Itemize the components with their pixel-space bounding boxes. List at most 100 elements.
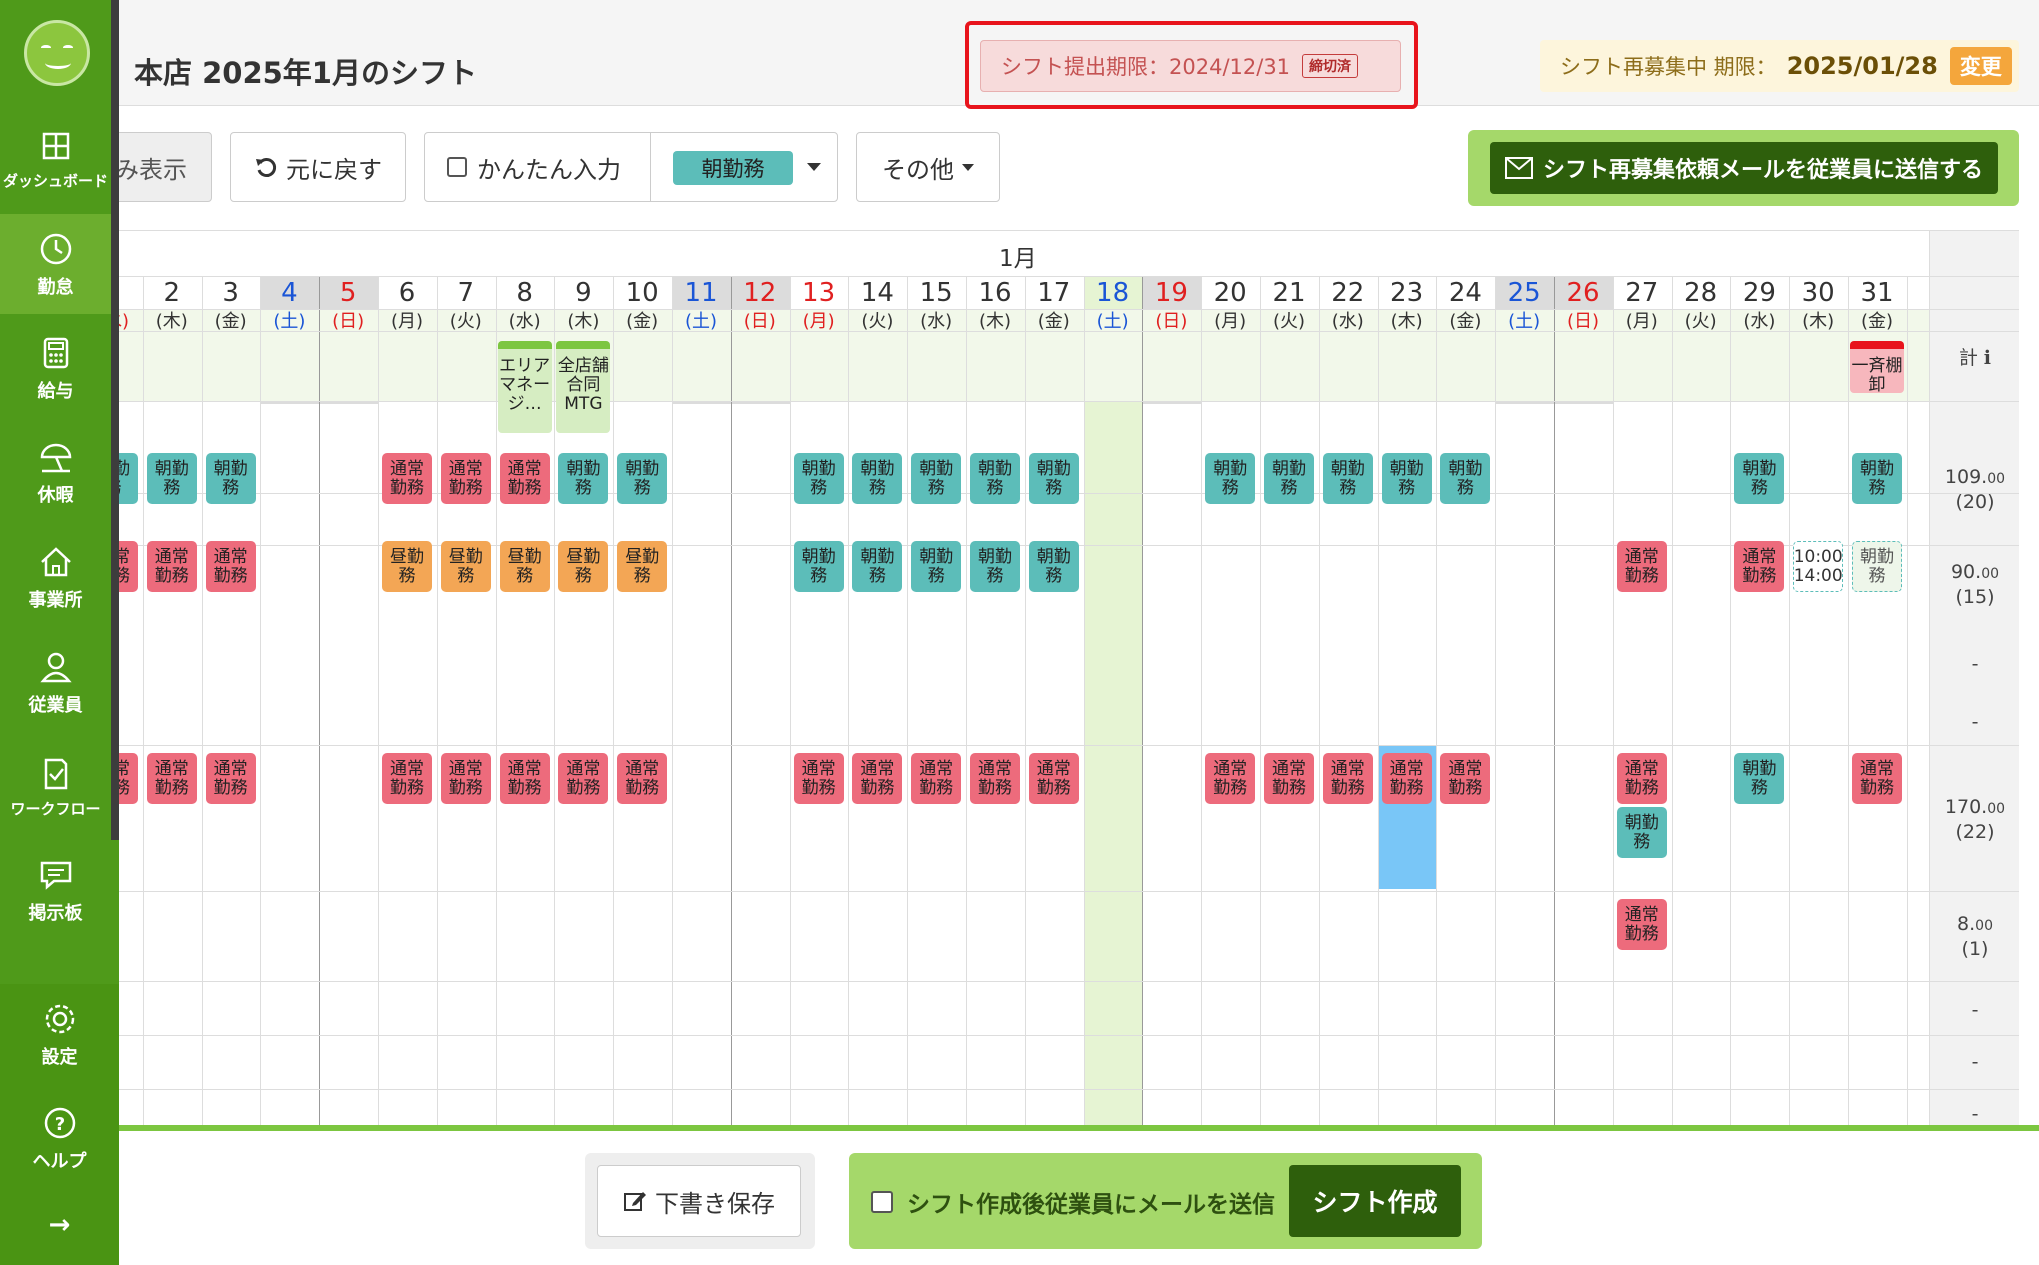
shift-type-select[interactable]: 朝勤務	[673, 151, 793, 185]
shift-chip[interactable]: 昼勤務	[499, 541, 550, 592]
row-total: 170.00 (22)	[1944, 796, 2006, 843]
shift-chip[interactable]: 通常勤務	[499, 453, 550, 504]
shift-chip[interactable]: 通常勤務	[1734, 541, 1785, 592]
shift-chip[interactable]: 通常勤務	[205, 753, 256, 804]
calendar-event[interactable]: 一斉棚卸	[1850, 341, 1904, 395]
document-check-icon	[44, 758, 67, 789]
shift-chip[interactable]: 通常勤務	[1381, 753, 1432, 804]
shift-chip[interactable]: 昼勤務	[558, 541, 609, 592]
shift-chip[interactable]: 通常勤務	[382, 453, 432, 504]
shift-chip[interactable]: 朝勤務	[970, 541, 1020, 592]
shift-chip[interactable]: 通常勤務	[793, 753, 844, 804]
day-number: 17	[1037, 278, 1071, 308]
sidebar-item-clock[interactable]: 勤怠	[0, 214, 111, 314]
shift-chip[interactable]: 朝勤務	[793, 453, 844, 504]
shift-chip[interactable]: 朝勤務	[1852, 541, 1902, 592]
weekday-label: (金)	[1449, 311, 1482, 332]
shift-chip[interactable]: 朝勤務	[1322, 453, 1373, 504]
shift-chip[interactable]: 朝勤務	[558, 453, 609, 504]
shift-chip[interactable]: 朝勤務	[1381, 453, 1432, 504]
sidebar-item-chat[interactable]: 掲示板	[0, 840, 111, 940]
shift-chip[interactable]: 朝勤務	[970, 453, 1020, 504]
shift-chip[interactable]: 朝勤務	[617, 453, 668, 504]
column-divider	[1318, 276, 1320, 1125]
shift-chip[interactable]: 朝勤務	[1734, 753, 1785, 804]
shift-chip[interactable]: 通常勤務	[119, 753, 138, 804]
sidebar-item-umbrella[interactable]: 休暇	[0, 422, 111, 522]
shift-chip[interactable]: 通常勤務	[1028, 753, 1079, 804]
shift-chip[interactable]: 通常勤務	[440, 753, 491, 804]
undo-button[interactable]: 元に戻す	[230, 132, 406, 202]
shift-chip[interactable]: 10:00 14:00	[1793, 541, 1844, 592]
day-number: 11	[684, 278, 718, 308]
sidebar-scrollbar[interactable]	[111, 0, 119, 840]
shift-chip[interactable]: 通常勤務	[558, 753, 609, 804]
shift-chip[interactable]: 朝勤務	[852, 541, 903, 592]
shift-chip[interactable]: 朝勤務	[205, 453, 256, 504]
shift-chip[interactable]: 通常勤務	[1205, 753, 1256, 804]
calendar-event[interactable]: エリアマネージ…	[497, 341, 552, 433]
shift-chip[interactable]: 朝勤務	[911, 541, 962, 592]
column-divider	[1142, 276, 1144, 1125]
shift-chip[interactable]: 朝勤務	[1440, 453, 1491, 504]
app-logo[interactable]	[24, 20, 90, 86]
shift-chip[interactable]: 朝勤務	[911, 453, 962, 504]
shift-chip[interactable]: 昼勤務	[440, 541, 491, 592]
shift-chip[interactable]: 通常勤務	[1322, 753, 1373, 804]
day-number: 20	[1213, 278, 1247, 308]
shift-chip[interactable]: 通常勤務	[205, 541, 256, 592]
sidebar-item-dashboard[interactable]: ダッシュボード	[0, 108, 111, 208]
sidebar-item-help[interactable]: ? ヘルプ	[0, 1088, 119, 1188]
shift-chip[interactable]: 通常勤務	[146, 753, 197, 804]
shift-chip[interactable]: 通常勤務	[852, 753, 903, 804]
chat-icon	[40, 861, 71, 890]
shift-chip[interactable]: 通常勤務	[1264, 753, 1314, 804]
shift-chip[interactable]: 朝勤務	[1616, 807, 1667, 858]
shift-chip[interactable]: 朝勤務	[1028, 453, 1079, 504]
sidebar-item-home[interactable]: 事業所	[0, 527, 111, 627]
shift-chip[interactable]: 通常勤務	[970, 753, 1020, 804]
shift-chip[interactable]: 昼勤務	[617, 541, 668, 592]
shift-chip[interactable]: 朝勤務	[793, 541, 844, 592]
row-divider	[119, 401, 2019, 402]
shift-chip[interactable]: 通常勤務	[1852, 753, 1902, 804]
save-draft-button[interactable]: 下書き保存	[597, 1165, 801, 1237]
shift-chip[interactable]: 通常勤務	[499, 753, 550, 804]
sidebar-item-document-check[interactable]: ワークフロー	[0, 736, 111, 836]
shift-chip[interactable]: 朝勤務	[1028, 541, 1079, 592]
shift-chip[interactable]: 通常勤務	[119, 541, 138, 592]
column-divider	[554, 276, 556, 1125]
shift-chip[interactable]: 通常勤務	[1616, 753, 1667, 804]
shift-chip[interactable]: 朝勤務	[1734, 453, 1785, 504]
shift-chip[interactable]: 朝勤務	[1852, 453, 1902, 504]
expand-sidebar-arrow-icon[interactable]: →	[0, 1210, 119, 1240]
shift-chip[interactable]: 通常勤務	[1440, 753, 1491, 804]
shift-chip[interactable]: 通常勤務	[1616, 541, 1667, 592]
sidebar-item-gear[interactable]: 設定	[0, 984, 119, 1084]
shift-chip[interactable]: 朝勤務	[146, 453, 197, 504]
calendar-event[interactable]: 全店舗合同MTG	[556, 341, 611, 433]
send-mail-checkbox[interactable]	[871, 1191, 893, 1213]
sidebar-item-person[interactable]: 従業員	[0, 632, 111, 732]
shift-chip[interactable]: 通常勤務	[617, 753, 668, 804]
shift-chip[interactable]: 朝勤務	[119, 453, 138, 504]
shift-chip[interactable]: 昼勤務	[382, 541, 432, 592]
column-divider	[201, 276, 203, 1125]
create-shift-button[interactable]: シフト作成	[1289, 1165, 1461, 1237]
shift-chip[interactable]: 朝勤務	[852, 453, 903, 504]
easy-input-checkbox[interactable]	[447, 157, 467, 177]
shift-chip[interactable]: 通常勤務	[440, 453, 491, 504]
other-dropdown-button[interactable]: その他	[856, 132, 1000, 202]
shift-chip[interactable]: 通常勤務	[1616, 899, 1667, 950]
send-recruit-mail-button[interactable]: シフト再募集依頼メールを従業員に送信する	[1490, 142, 1998, 194]
info-icon[interactable]: ℹ	[1978, 347, 1991, 369]
chevron-down-icon[interactable]	[807, 163, 821, 171]
change-button[interactable]: 変更	[1949, 47, 2012, 85]
shift-chip[interactable]: 通常勤務	[911, 753, 962, 804]
shift-chip[interactable]: 通常勤務	[146, 541, 197, 592]
sidebar-item-calculator[interactable]: 給与	[0, 318, 111, 418]
weekday-label: (日)	[1566, 311, 1600, 332]
shift-chip[interactable]: 朝勤務	[1205, 453, 1256, 504]
shift-chip[interactable]: 朝勤務	[1264, 453, 1314, 504]
shift-chip[interactable]: 通常勤務	[382, 753, 432, 804]
